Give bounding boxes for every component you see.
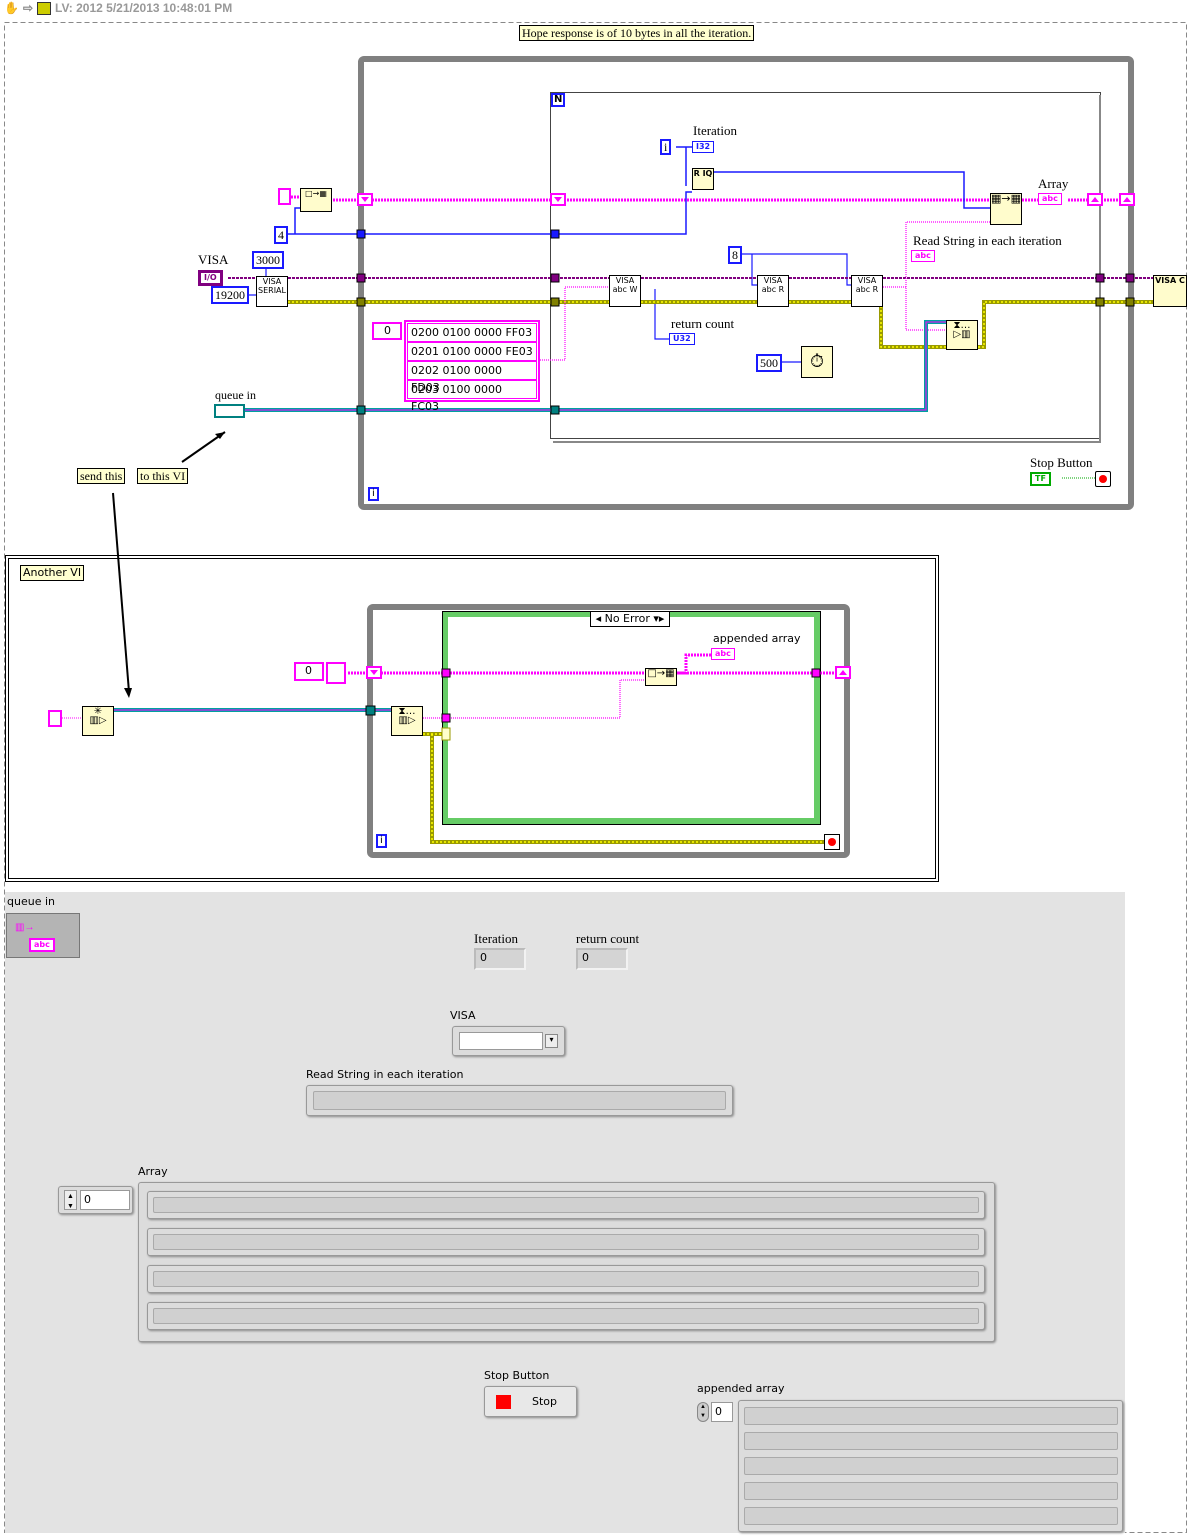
another-iteration-terminal: i bbox=[376, 834, 387, 848]
fp-read-string-label: Read String in each iteration bbox=[306, 1068, 464, 1081]
for-loop bbox=[550, 92, 1101, 439]
array-indicator[interactable]: abc bbox=[1038, 193, 1062, 205]
read-string-indicator[interactable]: abc bbox=[911, 250, 935, 262]
array-element[interactable]: 0200 0100 0000 FF03 bbox=[407, 323, 537, 342]
queue-icon: ▥→ bbox=[15, 922, 35, 933]
fp-array-indicator[interactable] bbox=[138, 1182, 995, 1342]
empty-string-array-constant[interactable] bbox=[278, 188, 291, 205]
fp-queue-in-label: queue in bbox=[7, 895, 55, 908]
visa-configure-serial-node[interactable]: VISA SERIAL bbox=[256, 276, 288, 307]
array-label: Array bbox=[1038, 176, 1069, 191]
case-selector[interactable]: ◂ No Error ▾▸ bbox=[590, 611, 670, 627]
return-count-label: return count bbox=[671, 316, 735, 331]
fp-stop-button-label: Stop Button bbox=[484, 1369, 550, 1382]
array-element bbox=[744, 1507, 1118, 1525]
array-element bbox=[744, 1407, 1118, 1425]
empty-array-constant[interactable] bbox=[326, 662, 346, 684]
queue-wire bbox=[245, 320, 946, 412]
fp-return-count-label: return count bbox=[576, 931, 640, 946]
fp-array-label: Array bbox=[138, 1165, 168, 1178]
obtain-queue-node[interactable]: ✳ ▥▷ bbox=[82, 706, 114, 736]
baud-rate-constant[interactable]: 19200 bbox=[211, 286, 249, 304]
initialize-array-node[interactable]: □→▦ bbox=[300, 188, 332, 212]
fp-return-count-indicator[interactable]: 0 bbox=[576, 948, 628, 970]
fp-visa-resource-control[interactable]: ▾ bbox=[452, 1026, 565, 1056]
array-element[interactable]: 0201 0100 0000 FE03 bbox=[407, 342, 537, 361]
array-element bbox=[744, 1457, 1118, 1475]
to-this-vi-comment: to this VI bbox=[137, 468, 189, 484]
build-array-node[interactable]: □→▦ bbox=[645, 668, 677, 686]
queue-type-constant[interactable] bbox=[48, 710, 62, 727]
array-element[interactable]: 0203 0100 0000 FC03 bbox=[407, 380, 537, 413]
array-element bbox=[147, 1228, 985, 1256]
read-string-value bbox=[313, 1091, 726, 1110]
dropdown-arrow-icon[interactable]: ▾ bbox=[545, 1034, 558, 1048]
diagram-comment: Hope response is of 10 bytes in all the … bbox=[519, 25, 755, 41]
iteration-label: Iteration bbox=[693, 123, 738, 138]
fp-array-index[interactable]: ▲ ▼ 0 bbox=[58, 1186, 133, 1214]
dequeue-element-node[interactable]: ⧗… ▥▷ bbox=[391, 706, 423, 736]
visa-resource-control[interactable]: I/O bbox=[198, 270, 223, 286]
int-wire bbox=[285, 146, 990, 235]
stop-led-icon bbox=[496, 1395, 511, 1409]
wait-ms-constant[interactable]: 500 bbox=[756, 354, 782, 372]
while-loop bbox=[358, 56, 1134, 510]
array-element bbox=[147, 1191, 985, 1219]
metronome-wait-icon[interactable]: ⏱ bbox=[801, 346, 833, 378]
another-stop-condition[interactable] bbox=[824, 834, 840, 850]
send-this-comment: send this bbox=[77, 468, 126, 484]
appended-array-indicator[interactable]: abc bbox=[711, 648, 735, 660]
arrow-to-obtain-queue bbox=[112, 492, 130, 693]
appended-array-label: appended array bbox=[713, 632, 801, 645]
another-vi-label: Another VI bbox=[20, 565, 85, 581]
index-stepper-icon[interactable]: ▲ ▼ bbox=[64, 1190, 77, 1210]
array-element bbox=[744, 1432, 1118, 1450]
iteration-indicator[interactable]: I32 bbox=[692, 141, 715, 153]
index-value[interactable]: 0 bbox=[711, 1402, 733, 1422]
for-iteration-terminal: i bbox=[660, 139, 672, 155]
queue-element-type: abc bbox=[29, 938, 55, 952]
fp-read-string-indicator[interactable] bbox=[306, 1085, 733, 1116]
array-element bbox=[147, 1265, 985, 1293]
fp-appended-array-label: appended array bbox=[697, 1382, 785, 1395]
stop-button-text: Stop bbox=[532, 1395, 558, 1408]
for-loop-count-terminal[interactable]: N bbox=[551, 93, 566, 107]
array-element[interactable]: 0202 0100 0000 FD03 bbox=[407, 361, 537, 394]
visa-close-node[interactable]: VISA C bbox=[1153, 275, 1187, 307]
array-element bbox=[147, 1302, 985, 1330]
quotient-remainder-node[interactable]: R IQ bbox=[692, 168, 714, 190]
array-constant-index[interactable]: 0 bbox=[294, 662, 324, 681]
case-structure bbox=[442, 611, 820, 824]
enqueue-element-node[interactable]: ⧗… ▷▥ bbox=[946, 320, 978, 350]
queue-in-label: queue in bbox=[215, 388, 256, 402]
read-string-label: Read String in each iteration bbox=[913, 233, 1062, 248]
visa-read-node-2[interactable]: VISA abc R bbox=[851, 275, 883, 307]
loop-stop-condition[interactable] bbox=[1095, 471, 1111, 487]
fp-queue-in-control[interactable]: ▥→ abc bbox=[6, 913, 80, 958]
fp-appended-array-index[interactable]: ▲ ▼ 0 bbox=[697, 1400, 737, 1424]
visa-read-node[interactable]: VISA abc R bbox=[757, 275, 789, 307]
while-iteration-terminal: i bbox=[368, 487, 379, 501]
fp-visa-label: VISA bbox=[450, 1009, 476, 1022]
fp-appended-array-indicator[interactable] bbox=[738, 1400, 1123, 1532]
visa-write-node[interactable]: VISA abc W bbox=[609, 275, 641, 307]
visa-label: VISA bbox=[198, 252, 229, 267]
index-stepper-icon[interactable]: ▲ ▼ bbox=[697, 1402, 709, 1422]
stop-button-terminal[interactable]: TF bbox=[1030, 472, 1051, 486]
array-index-display[interactable]: 0 bbox=[372, 322, 402, 340]
fp-iteration-indicator[interactable]: 0 bbox=[474, 948, 526, 970]
stop-button[interactable]: Stop bbox=[484, 1386, 577, 1417]
constant-4[interactable]: 4 bbox=[274, 226, 288, 244]
array-element bbox=[744, 1482, 1118, 1500]
queue-in-control[interactable] bbox=[214, 404, 245, 418]
stop-button-label: Stop Button bbox=[1030, 455, 1093, 470]
replace-array-subset-node[interactable]: ▦→▦ bbox=[990, 193, 1022, 225]
visa-resource-field[interactable] bbox=[459, 1032, 543, 1050]
string-array-constant[interactable]: 0200 0100 0000 FF03 0201 0100 0000 FE03 … bbox=[404, 320, 540, 413]
bytes-to-read-constant[interactable]: 8 bbox=[728, 246, 742, 264]
index-value[interactable]: 0 bbox=[80, 1190, 130, 1210]
timeout-constant[interactable]: 3000 bbox=[252, 251, 284, 269]
return-count-indicator[interactable]: U32 bbox=[669, 333, 695, 345]
fp-iteration-label: Iteration bbox=[474, 931, 519, 946]
